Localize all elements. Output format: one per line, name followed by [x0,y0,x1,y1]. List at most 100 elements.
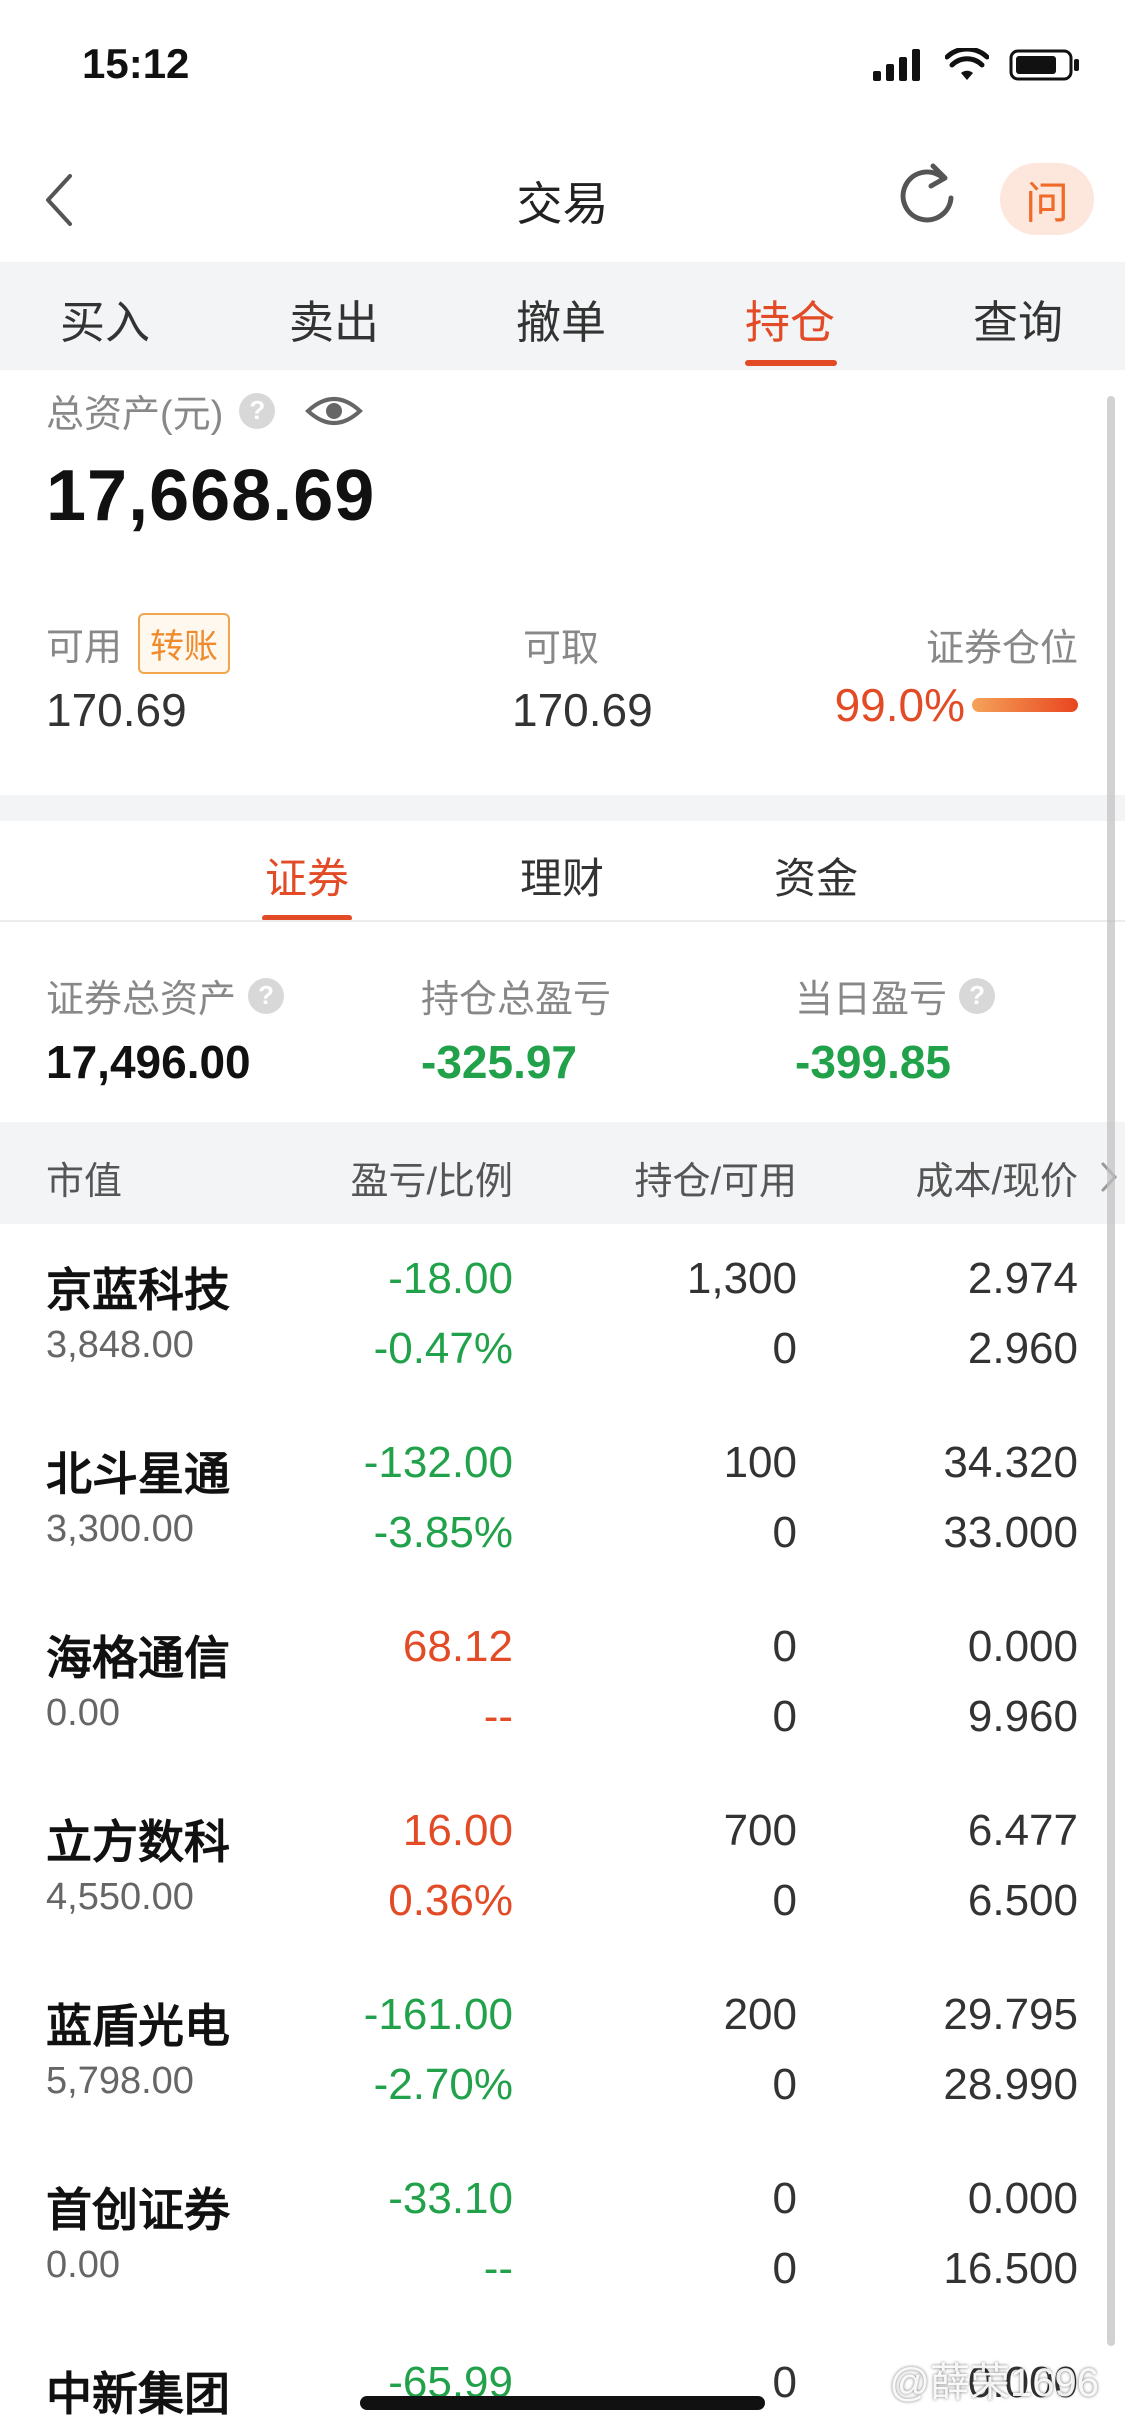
stock-name: 立方数科 [46,1816,230,1868]
available-quantity: 0 [772,1324,797,1373]
profit-loss-ratio: -0.47% [373,1324,513,1373]
home-indicator[interactable] [360,2396,765,2410]
tab-sell[interactable]: 卖出 [254,286,414,351]
holding-row[interactable]: 立方数科 4,550.00 16.00 0.36% 700 0 6.477 6.… [0,1776,1125,1962]
eye-icon[interactable] [305,391,364,431]
available-quantity: 0 [772,1692,797,1741]
day-pl-value: -399.85 [795,1036,952,1088]
cost-price: 2.974 [967,1254,1078,1303]
profit-loss-ratio: -- [483,1692,513,1741]
profit-loss: -161.00 [363,1990,513,2039]
tab-cancel[interactable]: 撤单 [481,286,641,351]
subtab-wealth[interactable]: 理财 [482,845,642,906]
hold-pl-value: -325.97 [421,1036,578,1088]
profit-loss-ratio: -3.85% [373,1508,513,1557]
market-value: 3,300.00 [46,1508,194,1550]
current-price: 16.500 [943,2244,1078,2293]
transfer-button[interactable]: 转账 [138,613,231,674]
holding-quantity: 1,300 [686,1254,797,1303]
watermark: @薛荣1696 [889,2361,1099,2405]
tab-position[interactable]: 持仓 [710,286,870,351]
available-quantity: 0 [772,2244,797,2293]
refresh-icon [900,163,954,223]
section-gap [0,795,1125,821]
holding-quantity: 200 [723,1990,797,2039]
profit-loss: 16.00 [402,1806,513,1855]
securities-total-label: 证券总资产 [46,979,237,1021]
total-assets-label: 总资产(元) [46,394,224,436]
cost-price: 6.477 [967,1806,1078,1855]
total-assets-header: 总资产(元) ? [46,383,364,438]
cost-price: 29.795 [943,1990,1078,2039]
holding-row[interactable]: 北斗星通 3,300.00 -132.00 -3.85% 100 0 34.32… [0,1408,1125,1594]
holding-quantity: 0 [772,1622,797,1671]
hold-pl-label: 持仓总盈亏 [421,979,612,1021]
column-pl-ratio: 盈亏/比例 [350,1161,513,1203]
profit-loss: -33.10 [388,2174,513,2223]
available-label: 可用 [46,627,123,669]
status-icons [873,48,1081,82]
current-price: 9.960 [967,1692,1078,1741]
subtab-funds[interactable]: 资金 [736,845,896,906]
holding-quantity: 700 [723,1806,797,1855]
trade-tabbar: 买入 卖出 撤单 持仓 查询 [0,262,1125,370]
tab-query[interactable]: 查询 [938,286,1098,351]
available-quantity: 0 [772,1876,797,1925]
cost-price: 0.000 [967,2174,1078,2223]
subtab-securities[interactable]: 证券 [227,845,387,906]
available-quantity: 0 [772,2060,797,2109]
current-price: 6.500 [967,1876,1078,1925]
help-icon[interactable]: ? [239,392,276,429]
securities-total-value: 17,496.00 [46,1036,251,1088]
status-time: 15:12 [82,40,190,87]
profit-loss-ratio: -- [483,2244,513,2293]
wifi-icon [945,48,989,80]
profit-loss: -18.00 [388,1254,513,1303]
stock-name: 京蓝科技 [46,1264,230,1316]
withdrawable-value: 170.69 [512,684,653,736]
securities-total-header: 证券总资产 ? [46,968,285,1023]
stock-name: 首创证券 [46,2184,230,2236]
column-cost-price[interactable]: 成本/现价 [915,1150,1078,1205]
divider [0,920,1125,922]
current-price: 33.000 [943,1508,1078,1557]
help-icon[interactable]: ? [959,977,996,1014]
battery-icon [1009,49,1079,81]
position-label: 证券仓位 [925,628,1078,670]
available-header: 可用 转账 [46,613,231,674]
hold-pl-header: 持仓总盈亏 [421,968,611,1023]
withdrawable-label: 可取 [523,628,600,670]
holding-quantity: 0 [772,2358,797,2407]
refresh-button[interactable] [895,160,965,230]
day-pl-label: 当日盈亏 [795,979,948,1021]
stock-name: 蓝盾光电 [46,2000,230,2052]
holding-row[interactable]: 海格通信 0.00 68.12 -- 0 0 0.000 9.960 [0,1592,1125,1778]
profit-loss-ratio: 0.36% [388,1876,513,1925]
market-value: 0.00 [46,1692,120,1734]
column-hold-available: 持仓/可用 [634,1161,797,1203]
tab-buy[interactable]: 买入 [25,286,185,351]
signal-icon [873,49,920,81]
position-value: 99.0% [834,679,965,731]
market-value: 3,848.00 [46,1324,194,1366]
market-value: 5,798.00 [46,2060,194,2102]
help-icon[interactable]: ? [248,977,285,1014]
current-price: 2.960 [967,1324,1078,1373]
holding-quantity: 100 [723,1438,797,1487]
holding-row[interactable]: 蓝盾光电 5,798.00 -161.00 -2.70% 200 0 29.79… [0,1960,1125,2146]
tab-active-underline [745,360,837,366]
ask-button[interactable]: 问 [1000,163,1094,235]
holding-row[interactable]: 首创证券 0.00 -33.10 -- 0 0 0.000 16.500 [0,2144,1125,2330]
available-value: 170.69 [46,684,187,736]
holdings-table-header: 市值 盈亏/比例 持仓/可用 成本/现价 [0,1122,1125,1224]
day-pl-header: 当日盈亏 ? [795,968,996,1023]
available-quantity: 0 [772,1508,797,1557]
scrollbar[interactable] [1107,396,1115,2346]
cost-price: 34.320 [943,1438,1078,1487]
holding-row[interactable]: 京蓝科技 3,848.00 -18.00 -0.47% 1,300 0 2.97… [0,1224,1125,1410]
profit-loss: 68.12 [402,1622,513,1671]
stock-name: 中新集团 [46,2368,230,2420]
profit-loss: -132.00 [363,1438,513,1487]
market-value: 0.00 [46,2244,120,2286]
stock-name: 北斗星通 [46,1448,230,1500]
